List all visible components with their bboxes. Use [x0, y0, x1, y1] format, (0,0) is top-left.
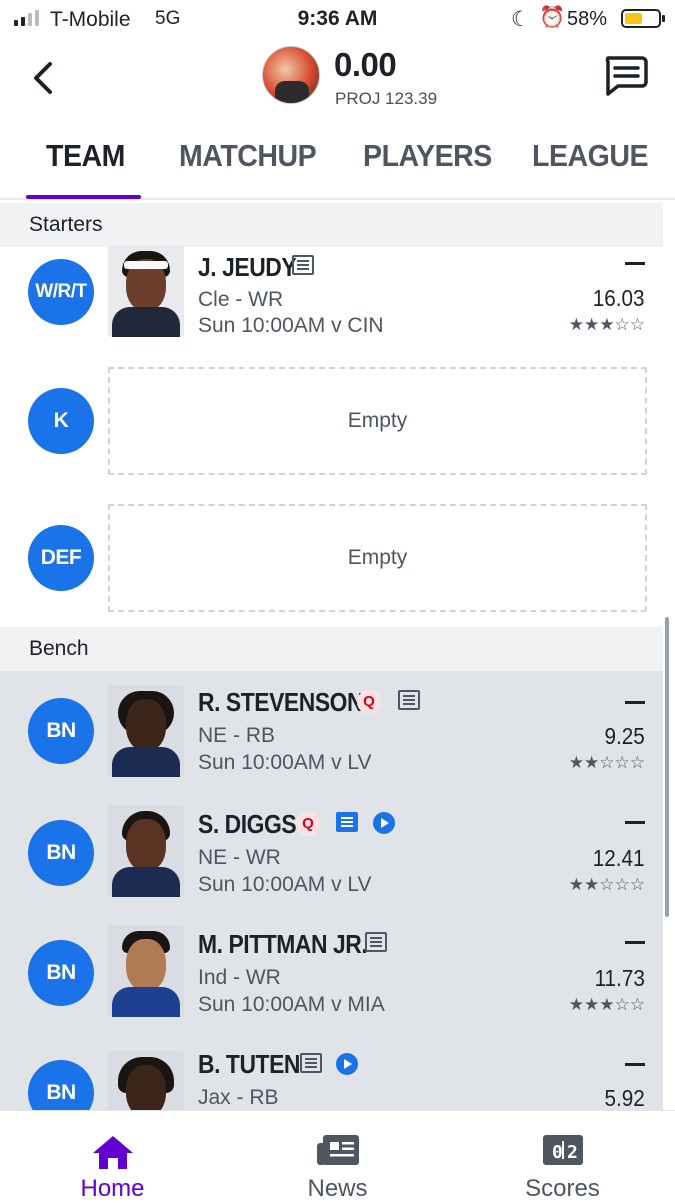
projected-points: 16.03 — [593, 285, 645, 311]
status-bar: T-Mobile 5G 9:36 AM ☾ ⏰ 58% — [0, 0, 675, 38]
player-game-time: Sun 10:00AM v LV — [198, 873, 372, 896]
play-video-icon[interactable] — [336, 1053, 358, 1075]
player-team-position: Ind - WR — [198, 966, 281, 989]
player-game-time: Sun 10:00AM v MIA — [198, 993, 385, 1016]
position-badge[interactable]: BN — [28, 1060, 94, 1110]
player-name[interactable]: B. TUTEN — [198, 1049, 300, 1080]
roster-row-empty[interactable]: DEF Empty — [0, 487, 663, 623]
tab-players[interactable]: PLAYERS — [363, 138, 492, 174]
actual-points-dash — [625, 1063, 645, 1066]
position-badge[interactable]: BN — [28, 820, 94, 886]
team-score: 0.00 — [334, 46, 397, 83]
actual-points-dash — [625, 262, 645, 265]
player-notes-icon[interactable] — [398, 690, 420, 710]
roster-row[interactable]: BN M. PITTMAN JR. Ind - WR Sun 10:00AM v… — [0, 911, 663, 1031]
empty-slot[interactable]: Empty — [108, 504, 647, 612]
nav-scores[interactable]: 0 2 Scores — [450, 1111, 675, 1202]
position-badge[interactable]: DEF — [28, 525, 94, 591]
tab-matchup[interactable]: MATCHUP — [179, 138, 317, 174]
play-video-icon[interactable] — [373, 812, 395, 834]
nav-news[interactable]: News — [225, 1111, 450, 1202]
scrollbar[interactable] — [665, 617, 669, 917]
roster-row[interactable]: BN R. STEVENSON Q NE - RB Sun 10:00AM v … — [0, 671, 663, 791]
actual-points-dash — [625, 701, 645, 704]
player-headshot[interactable] — [108, 245, 184, 337]
player-team-position: Cle - WR — [198, 288, 284, 311]
nav-label: Scores — [525, 1175, 600, 1202]
injury-status-badge[interactable]: Q — [296, 812, 320, 836]
section-header-bench: Bench — [0, 627, 663, 671]
tab-bar: TEAM MATCHUP PLAYERS LEAGUE — [0, 128, 675, 200]
nav-label: Home — [80, 1175, 145, 1202]
do-not-disturb-icon: ☾ — [511, 8, 530, 31]
player-game-time: Sun 10:00AM v CIN — [198, 314, 384, 337]
player-team-position: NE - RB — [198, 724, 276, 747]
nav-home[interactable]: Home — [0, 1111, 225, 1202]
matchup-rating-stars: ★★☆☆☆ — [568, 875, 645, 894]
matchup-rating-stars: ★★★☆☆ — [568, 995, 645, 1014]
roster-row-empty[interactable]: K Empty — [0, 359, 663, 487]
section-label: Starters — [29, 213, 103, 236]
back-button[interactable] — [28, 58, 62, 98]
matchup-rating-stars: ★★★☆☆ — [568, 315, 645, 334]
player-game-time: Sun 10:00AM v LV — [198, 751, 372, 774]
section-label: Bench — [29, 637, 89, 660]
player-notes-icon[interactable] — [336, 812, 358, 832]
tab-team[interactable]: TEAM — [46, 138, 125, 174]
player-headshot[interactable] — [108, 685, 184, 777]
player-headshot[interactable] — [108, 925, 184, 1017]
section-header-starters: Starters — [0, 203, 663, 247]
tab-league[interactable]: LEAGUE — [532, 138, 649, 174]
player-name[interactable]: J. JEUDY — [198, 252, 297, 283]
projected-points: 11.73 — [594, 965, 645, 991]
svg-text:0: 0 — [552, 1142, 563, 1163]
chat-button[interactable] — [602, 54, 648, 98]
home-icon — [92, 1136, 133, 1169]
roster-row[interactable]: W/R/T J. JEUDY Cle - WR Sun 10:00AM v CI… — [0, 245, 663, 359]
nav-label: News — [307, 1175, 368, 1202]
position-badge[interactable]: BN — [28, 698, 94, 764]
battery-percent: 58% — [567, 8, 608, 30]
team-avatar[interactable] — [262, 46, 320, 104]
position-badge[interactable]: K — [28, 388, 94, 454]
player-headshot[interactable] — [108, 805, 184, 897]
player-name[interactable]: R. STEVENSON — [198, 687, 364, 718]
news-icon — [316, 1135, 359, 1165]
player-headshot[interactable] — [108, 1051, 184, 1110]
player-team-position: NE - WR — [198, 846, 281, 869]
chat-icon — [605, 56, 648, 96]
actual-points-dash — [625, 941, 645, 944]
player-notes-icon[interactable] — [365, 932, 387, 952]
player-name[interactable]: S. DIGGS — [198, 809, 297, 840]
player-name[interactable]: M. PITTMAN JR. — [198, 929, 368, 960]
bottom-nav: Home News 0 2 Scores — [0, 1110, 675, 1202]
projected-points: 9.25 — [604, 723, 645, 749]
projected-points: 5.92 — [604, 1085, 645, 1110]
player-team-position: Jax - RB — [198, 1086, 279, 1109]
battery-icon — [621, 9, 665, 28]
actual-points-dash — [625, 821, 645, 824]
roster-row[interactable]: BN B. TUTEN Jax - RB 5.92 — [0, 1031, 663, 1110]
player-notes-icon[interactable] — [292, 255, 314, 275]
svg-text:2: 2 — [567, 1142, 578, 1163]
position-badge[interactable]: BN — [28, 940, 94, 1006]
matchup-rating-stars: ★★☆☆☆ — [568, 753, 645, 772]
chevron-left-icon — [34, 62, 52, 94]
empty-slot[interactable]: Empty — [108, 367, 647, 475]
roster-row[interactable]: BN S. DIGGS Q NE - WR Sun 10:00AM v LV 1… — [0, 791, 663, 911]
alarm-icon: ⏰ — [539, 6, 566, 29]
scores-icon: 0 2 — [542, 1135, 583, 1165]
injury-status-badge[interactable]: Q — [357, 690, 381, 714]
active-tab-indicator — [26, 195, 141, 199]
team-projection: PROJ 123.39 — [335, 89, 438, 108]
projected-points: 12.41 — [593, 845, 645, 871]
player-notes-icon[interactable] — [300, 1053, 322, 1073]
team-header: 0.00 PROJ 123.39 — [0, 38, 675, 118]
position-badge[interactable]: W/R/T — [28, 259, 94, 325]
